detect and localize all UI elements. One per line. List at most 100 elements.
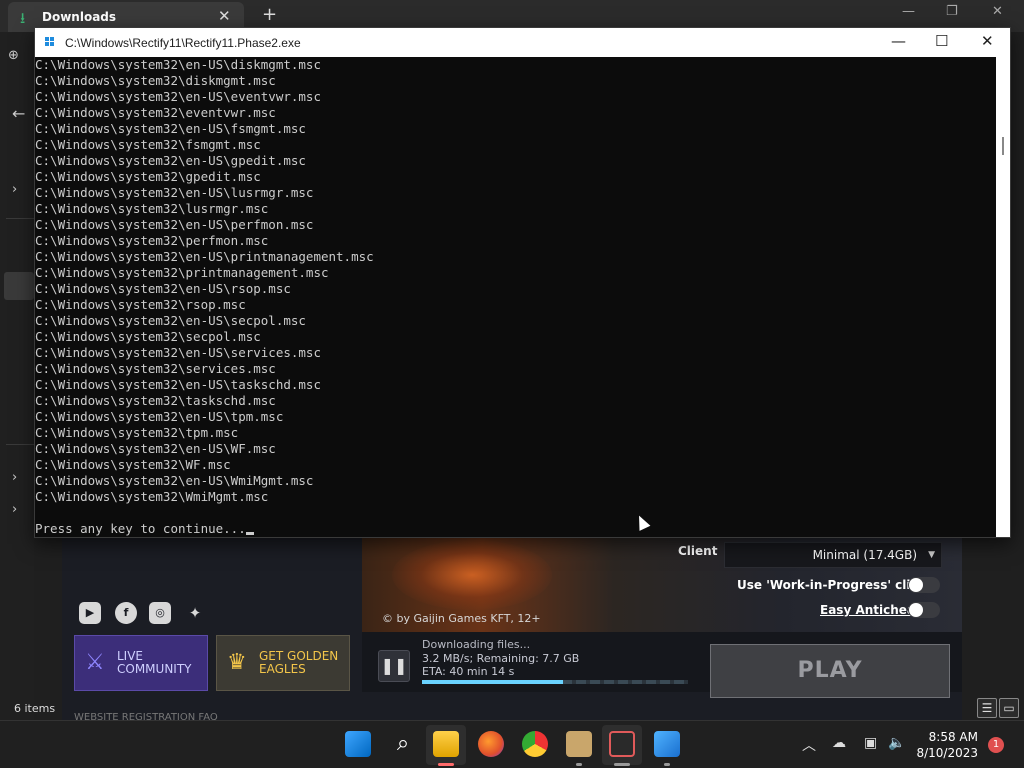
console-line: C:\Windows\system32\fsmgmt.msc	[35, 137, 261, 152]
console-line: C:\Windows\system32\en-US\fsmgmt.msc	[35, 121, 306, 136]
console-line: C:\Windows\system32\rsop.msc	[35, 297, 246, 312]
divider	[6, 444, 34, 445]
running-indicator	[614, 763, 630, 766]
console-line: Press any key to continue...	[35, 521, 996, 537]
wip-client-toggle[interactable]	[908, 577, 940, 593]
twitter-icon[interactable]: ✦	[184, 602, 206, 624]
console-output[interactable]: C:\Windows\system32\en-US\diskmgmt.msc C:…	[35, 57, 996, 537]
rectify-icon[interactable]	[654, 731, 680, 757]
console-title: C:\Windows\Rectify11\Rectify11.Phase2.ex…	[65, 36, 301, 50]
tab-title: Downloads	[42, 10, 117, 24]
add-icon[interactable]: ⊕	[8, 48, 19, 63]
live-community-button[interactable]: ⚔ LIVE COMMUNITY	[74, 635, 208, 691]
chevron-right-icon[interactable]: ›	[12, 470, 17, 485]
firefox-icon[interactable]	[478, 731, 504, 757]
console-line: C:\Windows\system32\en-US\diskmgmt.msc	[35, 57, 321, 72]
console-line: C:\Windows\system32\WmiMgmt.msc	[35, 489, 269, 504]
live-community-label: LIVE COMMUNITY	[117, 649, 192, 676]
network-icon[interactable]: ▣	[864, 735, 877, 751]
crossed-swords-icon: ⚔	[85, 650, 105, 675]
console-line: C:\Windows\system32\printmanagement.msc	[35, 265, 329, 280]
console-app-icon	[45, 37, 55, 47]
download-eta: ETA: 40 min 14 s	[422, 665, 515, 678]
back-arrow-icon[interactable]: ←	[12, 104, 25, 123]
console-window[interactable]: C:\Windows\Rectify11\Rectify11.Phase2.ex…	[34, 27, 1011, 538]
taskbar: ⌕ ︿ ☁ ▣ 🔈 8:58 AM 8/10/2023 1	[0, 720, 1024, 768]
volume-icon[interactable]: 🔈	[888, 735, 905, 751]
console-scrollbar[interactable]	[996, 57, 1010, 537]
console-line: C:\Windows\system32\diskmgmt.msc	[35, 73, 276, 88]
scrollbar-thumb[interactable]	[1002, 137, 1004, 155]
explorer-nav-pane: ⊕ ← › › ›	[0, 32, 34, 720]
console-line: C:\Windows\system32\taskschd.msc	[35, 393, 276, 408]
anticheat-toggle[interactable]	[908, 602, 940, 618]
minimize-icon[interactable]: —	[891, 32, 906, 50]
console-line: C:\Windows\system32\en-US\printmanagemen…	[35, 249, 374, 264]
game-launcher-window: © by Gaijin Games KFT, 12+ ▶ f ◎ ✦ ⚔ LIV…	[62, 536, 962, 723]
youtube-icon[interactable]: ▶	[79, 602, 101, 624]
console-line: C:\Windows\system32\en-US\rsop.msc	[35, 281, 291, 296]
search-icon[interactable]: ⌕	[390, 731, 416, 757]
golden-eagles-button[interactable]: ♛ GET GOLDEN EAGLES	[216, 635, 350, 691]
restore-icon[interactable]: ❐	[946, 4, 958, 19]
console-line: C:\Windows\system32\gpedit.msc	[35, 169, 261, 184]
running-indicator	[576, 763, 582, 766]
console-line: C:\Windows\system32\en-US\tpm.msc	[35, 409, 284, 424]
banner-fire-art	[392, 540, 552, 610]
anticheat-link[interactable]: Easy Anticheat	[820, 603, 921, 617]
text-cursor	[245, 532, 254, 535]
download-progress-bar	[422, 680, 688, 684]
game-launcher-icon[interactable]	[609, 731, 635, 757]
clock-time: 8:58 AM	[928, 730, 978, 744]
console-line: C:\Windows\system32\en-US\lusrmgr.msc	[35, 185, 314, 200]
new-tab-button[interactable]: +	[262, 4, 277, 25]
console-line: C:\Windows\system32\eventvwr.msc	[35, 105, 276, 120]
console-line: C:\Windows\system32\en-US\services.msc	[35, 345, 321, 360]
console-line: C:\Windows\system32\lusrmgr.msc	[35, 201, 269, 216]
download-speed: 3.2 MB/s; Remaining: 7.7 GB	[422, 652, 580, 665]
console-line: C:\Windows\system32\en-US\perfmon.msc	[35, 217, 314, 232]
close-icon[interactable]: ✕	[981, 32, 994, 50]
eagle-icon: ♛	[227, 650, 247, 675]
download-status: Downloading files...	[422, 638, 531, 651]
chevron-right-icon[interactable]: ›	[12, 182, 17, 197]
running-indicator	[438, 763, 454, 766]
minimize-icon[interactable]: —	[902, 4, 915, 19]
download-progress-fill	[422, 680, 563, 684]
console-line: C:\Windows\system32\tpm.msc	[35, 425, 239, 440]
console-line: C:\Windows\system32\en-US\taskschd.msc	[35, 377, 321, 392]
file-explorer-icon[interactable]	[433, 731, 459, 757]
divider	[6, 218, 34, 219]
archive-icon[interactable]	[566, 731, 592, 757]
pause-button[interactable]: ❚❚	[378, 650, 410, 682]
facebook-icon[interactable]: f	[115, 602, 137, 624]
clock[interactable]: 8:58 AM 8/10/2023	[908, 729, 978, 761]
console-line: C:\Windows\system32\perfmon.msc	[35, 233, 269, 248]
windows-start-icon[interactable]	[345, 731, 371, 757]
tiles-view-icon[interactable]: ▭	[999, 698, 1019, 718]
close-tab-icon[interactable]: ✕	[218, 7, 231, 25]
maximize-icon[interactable]: ☐	[935, 32, 948, 50]
close-icon[interactable]: ✕	[992, 4, 1003, 19]
console-line: C:\Windows\system32\en-US\eventvwr.msc	[35, 89, 321, 104]
console-title-bar[interactable]: C:\Windows\Rectify11\Rectify11.Phase2.ex…	[35, 28, 1010, 57]
console-line: C:\Windows\system32\services.msc	[35, 361, 276, 376]
client-select[interactable]: Minimal (17.4GB) ▼	[724, 542, 942, 568]
chrome-icon[interactable]	[522, 731, 548, 757]
chevron-down-icon: ▼	[928, 550, 935, 560]
client-label: Client	[678, 544, 718, 558]
instagram-icon[interactable]: ◎	[149, 602, 171, 624]
details-view-icon[interactable]: ☰	[977, 698, 997, 718]
copyright-text: © by Gaijin Games KFT, 12+	[382, 612, 541, 625]
nav-selected-item[interactable]	[4, 272, 34, 300]
cloud-off-icon[interactable]: ☁	[832, 735, 846, 751]
console-line: C:\Windows\system32\WF.msc	[35, 457, 231, 472]
client-select-value: Minimal (17.4GB)	[812, 548, 917, 562]
play-button[interactable]: PLAY	[710, 644, 950, 698]
wip-client-label: Use 'Work-in-Progress' client	[737, 578, 933, 592]
console-line: C:\Windows\system32\en-US\secpol.msc	[35, 313, 306, 328]
notification-badge[interactable]: 1	[988, 737, 1004, 753]
chevron-right-icon[interactable]: ›	[12, 502, 17, 517]
chevron-up-icon[interactable]: ︿	[802, 735, 816, 755]
